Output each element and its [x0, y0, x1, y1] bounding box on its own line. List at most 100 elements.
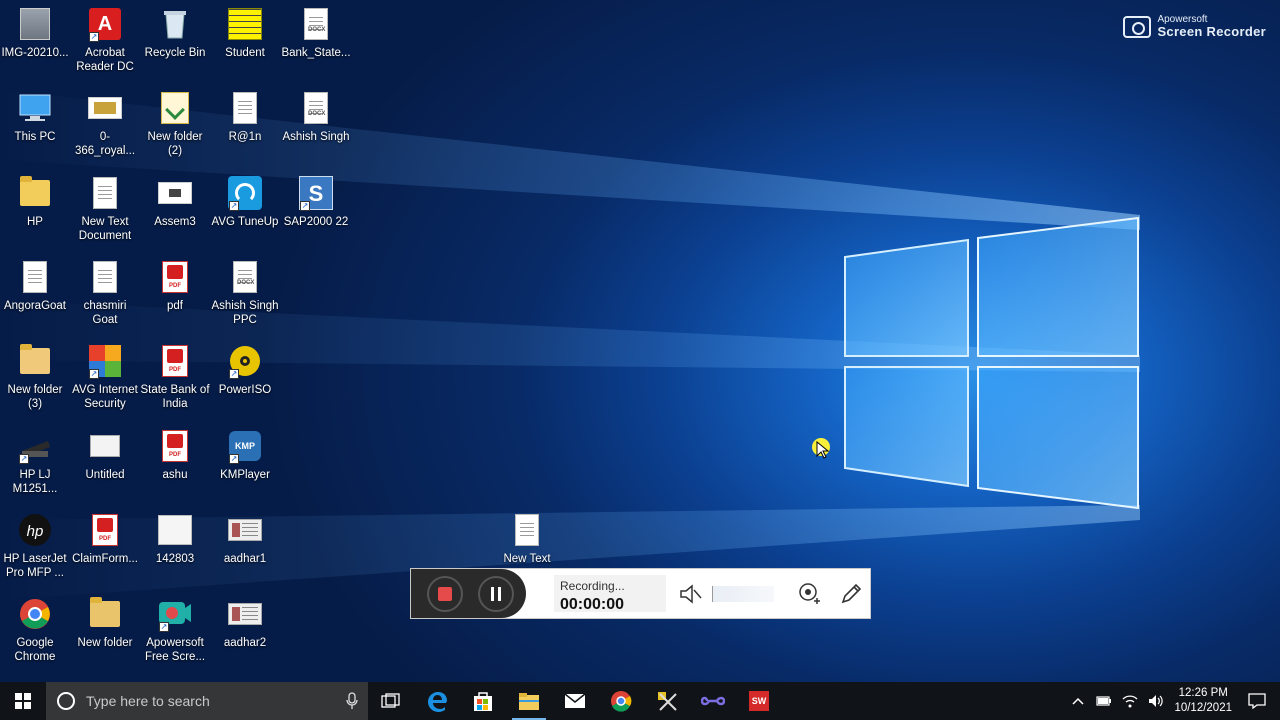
cortana-icon [57, 692, 75, 710]
image-file-icon [157, 512, 193, 548]
icon-label: Ashish Singh PPC [211, 300, 279, 326]
desktop-icon-recycle-bin[interactable]: Recycle Bin [140, 0, 210, 84]
taskbar-file-explorer[interactable] [506, 682, 552, 720]
icon-label: New folder (3) [7, 384, 63, 410]
recording-controls [411, 569, 526, 618]
icon-label: State Bank of India [140, 384, 210, 410]
microphone-icon[interactable] [346, 692, 358, 710]
stop-icon [437, 586, 452, 601]
desktop-icon-assem3[interactable]: Assem3 [140, 169, 210, 253]
document-icon [17, 259, 53, 295]
desktop-icon-ashish-ppc[interactable]: DOCX Ashish Singh PPC [210, 253, 280, 337]
desktop-icon-ashu[interactable]: PDF ashu [140, 422, 210, 506]
notification-icon [1248, 693, 1266, 709]
pause-icon [491, 586, 502, 601]
volume-button[interactable] [1148, 693, 1164, 709]
volume-slider[interactable] [712, 585, 774, 602]
clock-date: 10/12/2021 [1174, 702, 1232, 714]
solidworks-icon: SW [749, 691, 769, 711]
stop-recording-button[interactable] [426, 575, 463, 612]
desktop-icon-google-chrome[interactable]: Google Chrome [0, 590, 70, 674]
taskbar-solidworks[interactable]: SW [736, 682, 782, 720]
recording-status-text: Recording... [560, 579, 625, 593]
desktop-icon-untitled[interactable]: Untitled [70, 422, 140, 506]
desktop-icon-avg-tuneup[interactable]: ↗ AVG TuneUp [210, 169, 280, 253]
icon-label: New folder (2) [147, 131, 203, 157]
icon-label: This PC [14, 131, 56, 143]
desktop-icon-new-folder-3[interactable]: New folder (3) [0, 337, 70, 421]
svg-text:hp: hp [27, 523, 44, 540]
volume-icon [1149, 695, 1164, 707]
icon-label: SAP2000 22 [283, 216, 349, 228]
wifi-icon [1122, 695, 1138, 708]
desktop-icon-bank-state[interactable]: DOCX Bank_State... [281, 0, 351, 84]
desktop-icon-142803[interactable]: 142803 [140, 506, 210, 590]
desktop-icon-this-pc[interactable]: This PC [0, 84, 70, 168]
desktop-icon-new-folder[interactable]: New folder [70, 590, 140, 674]
folder-icon [17, 175, 53, 211]
desktop-icon-acrobat[interactable]: A ↗ Acrobat Reader DC [70, 0, 140, 84]
desktop-icon-ashish-singh[interactable]: DOCX Ashish Singh [281, 84, 351, 168]
desktop-icon-claimform[interactable]: PDF ClaimForm... [70, 506, 140, 590]
search-placeholder: Type here to search [86, 693, 210, 709]
image-file-icon [227, 512, 263, 548]
desktop-icon-student[interactable]: Student [210, 0, 280, 84]
printer-icon: ↗ [17, 428, 53, 464]
network-button[interactable] [1122, 693, 1138, 709]
taskbar-chrome[interactable] [598, 682, 644, 720]
desktop-icon-apowersoft[interactable]: ↗ Apowersoft Free Scre... [140, 590, 210, 674]
pdf-icon: PDF [87, 512, 123, 548]
desktop-icon-hp-lj[interactable]: ↗ HP LJ M1251... [0, 422, 70, 506]
icon-label: Bank_State... [281, 47, 351, 59]
desktop-icon-angoragoat[interactable]: AngoraGoat [0, 253, 70, 337]
icon-label: AVG Internet Security [72, 384, 138, 410]
taskbar-link-app[interactable] [690, 682, 736, 720]
desktop-icon-new-text-doc[interactable]: New Text Document [70, 169, 140, 253]
desktop-icon-aadhar2[interactable]: aadhar2 [210, 590, 280, 674]
taskbar-mail[interactable] [552, 682, 598, 720]
desktop-icon-hp[interactable]: HP [0, 169, 70, 253]
desktop-icon-img[interactable]: IMG-20210... [0, 0, 70, 84]
apowersoft-icon: ↗ [157, 596, 193, 632]
desktop-icon-sbi[interactable]: PDF State Bank of India [140, 337, 210, 421]
desktop-icon-chasmiri-goat[interactable]: chasmiri Goat [70, 253, 140, 337]
icon-label: New folder [77, 637, 133, 649]
desktop-icon-new-folder-2[interactable]: New folder (2) [140, 84, 210, 168]
desktop-icon-pdf[interactable]: PDF pdf [140, 253, 210, 337]
desktop-icon-royal[interactable]: 0-366_royal... [70, 84, 140, 168]
annotate-button[interactable] [838, 581, 864, 607]
desktop-icon-hp-laserjet[interactable]: hp HP LaserJet Pro MFP ... [0, 506, 70, 590]
clock-time: 12:26 PM [1178, 687, 1228, 699]
battery-button[interactable] [1096, 693, 1112, 709]
system-tray: 12:26 PM 10/12/2021 [1070, 682, 1280, 720]
document-icon [87, 175, 123, 211]
start-button[interactable] [0, 682, 46, 720]
action-center-button[interactable] [1242, 682, 1272, 720]
taskbar-search-box[interactable]: Type here to search [46, 682, 368, 720]
icon-label: Apowersoft Free Scre... [144, 637, 206, 663]
recycle-bin-icon [157, 6, 193, 42]
mouse-cursor-highlight [812, 438, 830, 459]
taskbar-clock[interactable]: 12:26 PM 10/12/2021 [1174, 686, 1232, 716]
desktop-icon-kmplayer[interactable]: KMP ↗ KMPlayer [210, 422, 280, 506]
desktop-icon-aadhar1[interactable]: aadhar1 [210, 506, 280, 590]
desktop-icon-avg-internet[interactable]: ↗ AVG Internet Security [70, 337, 140, 421]
icon-label: KMPlayer [220, 469, 270, 481]
document-icon [227, 90, 263, 126]
task-view-button[interactable] [368, 682, 414, 720]
edge-icon [428, 692, 447, 712]
taskbar-edge[interactable] [414, 682, 460, 720]
pause-recording-button[interactable] [478, 575, 515, 612]
recording-toolbar: Recording... 00:00:00 [410, 568, 871, 619]
image-file-icon [87, 428, 123, 464]
desktop-icon-poweriso[interactable]: ↗ PowerISO [210, 337, 280, 421]
taskbar-tool[interactable] [644, 682, 690, 720]
battery-icon [1096, 696, 1112, 706]
webcam-button[interactable] [796, 581, 822, 607]
speaker-muted-button[interactable] [678, 581, 704, 607]
desktop-icon-r1n[interactable]: R@1n [210, 84, 280, 168]
taskbar-store[interactable] [460, 682, 506, 720]
show-hidden-icons-button[interactable] [1070, 693, 1086, 709]
pdf-icon: PDF [157, 343, 193, 379]
desktop-icon-sap2000[interactable]: S ↗ SAP2000 22 [281, 169, 351, 253]
